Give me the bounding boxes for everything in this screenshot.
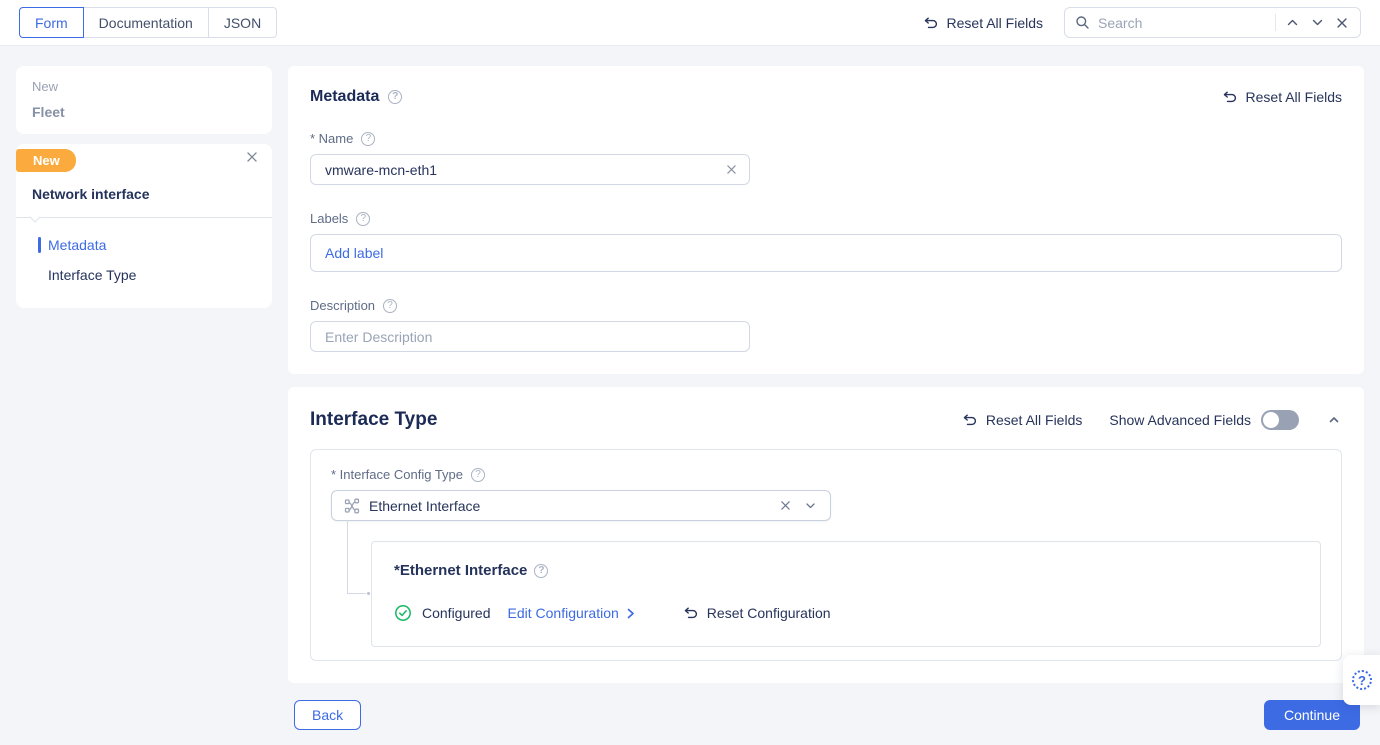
advanced-fields-toggle[interactable]: [1261, 410, 1299, 430]
tab-documentation[interactable]: Documentation: [82, 7, 209, 38]
labels-field-label: Labels: [310, 211, 349, 226]
configured-status-label: Configured: [422, 605, 491, 621]
ethernet-interface-title: *Ethernet Interface: [394, 562, 528, 579]
collapse-section-icon[interactable]: [1326, 412, 1342, 428]
wizard-footer: Back Continue: [288, 700, 1364, 730]
new-badge: New: [16, 149, 76, 172]
search-box: [1064, 7, 1361, 38]
search-divider: [1275, 14, 1276, 31]
reset-all-fields-button[interactable]: Reset All Fields: [923, 15, 1043, 31]
name-field-label: * Name: [310, 131, 354, 146]
search-input[interactable]: [1098, 14, 1267, 31]
chevron-right-icon: [627, 608, 634, 618]
labels-box: Add label: [310, 234, 1342, 272]
name-input-wrap: [310, 154, 750, 185]
sidebar-item-interface-type[interactable]: Interface Type: [16, 260, 272, 290]
search-close-icon[interactable]: [1334, 15, 1350, 31]
close-panel-icon[interactable]: [244, 149, 260, 165]
name-help-icon[interactable]: [361, 131, 376, 146]
metadata-section: Metadata Reset All Fields: [288, 66, 1364, 374]
sidebar: New Fleet New Network interface Metadata…: [16, 66, 272, 745]
top-bar: Form Documentation JSON Reset All Fields: [0, 0, 1380, 46]
labels-help-icon[interactable]: [356, 211, 371, 226]
network-interface-title: Network interface: [32, 186, 150, 202]
interface-config-type-select[interactable]: Ethernet Interface: [331, 490, 831, 521]
fleet-name-label: Fleet: [32, 104, 65, 120]
description-field-label: Description: [310, 298, 376, 313]
interface-type-section: Interface Type Reset All Fields Show Adv…: [288, 387, 1364, 683]
description-input[interactable]: [325, 328, 739, 345]
network-interface-card: New Network interface Metadata Interface…: [16, 144, 272, 308]
sidebar-item-metadata[interactable]: Metadata: [16, 230, 272, 260]
reset-configuration-button[interactable]: Reset Configuration: [683, 605, 831, 621]
tab-form[interactable]: Form: [19, 7, 84, 38]
description-input-wrap: [310, 321, 750, 352]
help-float-card[interactable]: [1343, 655, 1380, 705]
name-input[interactable]: [325, 161, 716, 178]
continue-button[interactable]: Continue: [1263, 700, 1360, 730]
back-button[interactable]: Back: [294, 700, 362, 730]
reset-icon: [683, 605, 699, 621]
tree-connector: [347, 520, 370, 595]
interface-config-group: * Interface Config Type ? Ethernet Inter…: [310, 449, 1342, 661]
view-tab-group: Form Documentation JSON: [19, 7, 278, 38]
reset-icon: [962, 412, 978, 428]
metadata-title: Metadata: [310, 88, 380, 105]
configured-check-icon: [394, 604, 412, 622]
config-type-clear-icon[interactable]: [778, 498, 793, 513]
add-label-link[interactable]: Add label: [325, 245, 383, 261]
search-icon: [1075, 15, 1090, 30]
config-type-chevron-down-icon[interactable]: [802, 497, 819, 514]
network-topology-icon: [344, 498, 360, 514]
fleet-breadcrumb-card[interactable]: New Fleet: [16, 66, 272, 134]
ethernet-interface-panel: *Ethernet Interface Configured Edit Conf…: [371, 541, 1321, 647]
reset-icon: [1222, 89, 1238, 105]
search-next-icon[interactable]: [1309, 14, 1326, 31]
interface-reset-all-button[interactable]: Reset All Fields: [962, 412, 1082, 428]
config-type-value: Ethernet Interface: [369, 497, 481, 514]
fleet-kind-label: New: [32, 79, 59, 94]
edit-configuration-link[interactable]: Edit Configuration: [508, 605, 637, 621]
search-prev-icon[interactable]: [1284, 14, 1301, 31]
reset-icon: [923, 15, 939, 31]
sidebar-divider: [16, 211, 272, 223]
advanced-fields-label: Show Advanced Fields: [1109, 412, 1251, 428]
help-question-icon: [1352, 670, 1372, 690]
config-type-help-icon[interactable]: [471, 467, 486, 482]
section-nav: Metadata Interface Type: [16, 230, 272, 290]
metadata-reset-all-button[interactable]: Reset All Fields: [1222, 89, 1342, 105]
tab-json[interactable]: JSON: [207, 7, 278, 38]
ethernet-help-icon[interactable]: [534, 563, 549, 578]
config-type-label: * Interface Config Type: [331, 467, 464, 482]
description-help-icon[interactable]: [383, 298, 398, 313]
name-clear-icon[interactable]: [724, 162, 739, 177]
metadata-help-icon[interactable]: [388, 90, 403, 104]
interface-type-title: Interface Type: [310, 409, 438, 430]
